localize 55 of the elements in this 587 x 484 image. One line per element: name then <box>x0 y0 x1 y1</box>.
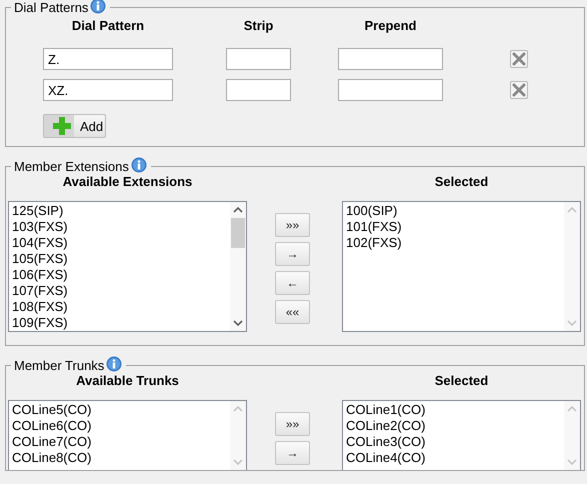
add-button[interactable]: Add <box>43 114 106 138</box>
prepend-field[interactable] <box>338 48 443 70</box>
column-header: Available Extensions <box>62 174 192 189</box>
info-icon[interactable] <box>130 156 147 172</box>
info-icon[interactable] <box>90 0 106 14</box>
list-item[interactable]: 107(FXS) <box>12 283 227 299</box>
column-header: Selected <box>434 373 488 388</box>
section-title: Dial Patterns <box>14 0 88 15</box>
list-item[interactable]: COLine7(CO) <box>12 434 227 450</box>
list-item[interactable]: 109(FXS) <box>12 315 227 331</box>
move-button[interactable]: ← <box>275 271 310 295</box>
list-item[interactable]: 106(FXS) <box>12 267 227 283</box>
close-icon <box>512 52 526 66</box>
delete-button[interactable] <box>510 50 528 68</box>
column-header: Selected <box>434 174 488 189</box>
list-box[interactable]: COLine5(CO) COLine6(CO) COLine7(CO) COLine8(CO) <box>8 400 247 470</box>
section-title: Member Trunks <box>14 358 104 373</box>
list-box[interactable]: COLine1(CO) COLine2(CO) COLine3(CO) COLine4(CO) <box>342 400 581 470</box>
list-item[interactable]: COLine8(CO) <box>12 450 227 466</box>
list-item[interactable]: 100(SIP) <box>346 203 561 219</box>
list-item[interactable]: COLine1(CO) <box>346 402 561 418</box>
column-header: Strip <box>244 18 274 33</box>
list-item[interactable]: COLine2(CO) <box>346 418 561 434</box>
move-button[interactable]: »» <box>275 412 310 436</box>
list-item[interactable]: 101(FXS) <box>346 219 561 235</box>
list-box[interactable]: 125(SIP) 103(FXS) 104(FXS) 105(FXS) 106(FXS) 107(FXS) 108(FXS) 109(FXS) <box>8 201 247 332</box>
move-button[interactable]: → <box>275 441 310 465</box>
list-item[interactable]: 103(FXS) <box>12 219 227 235</box>
move-button[interactable]: «« <box>275 300 310 324</box>
dial-pattern-field[interactable]: XZ. <box>43 79 173 101</box>
column-header: Prepend <box>364 18 416 33</box>
list-item[interactable]: 104(FXS) <box>12 235 227 251</box>
dial-pattern-field[interactable]: Z. <box>43 48 173 70</box>
list-item[interactable]: 125(SIP) <box>12 203 227 219</box>
list-item[interactable]: COLine4(CO) <box>346 450 561 466</box>
move-button[interactable]: → <box>275 242 310 266</box>
section-title: Member Extensions <box>14 159 129 174</box>
scroll-thumb[interactable] <box>231 218 245 248</box>
list-item[interactable]: COLine6(CO) <box>12 418 227 434</box>
close-icon <box>512 83 526 97</box>
list-item[interactable]: 108(FXS) <box>12 299 227 315</box>
list-item[interactable]: 105(FXS) <box>12 251 227 267</box>
list-item[interactable]: COLine3(CO) <box>346 434 561 450</box>
column-header: Dial Pattern <box>72 18 144 33</box>
plus-icon <box>53 117 71 135</box>
delete-button[interactable] <box>510 81 528 99</box>
list-item[interactable]: COLine5(CO) <box>12 402 227 418</box>
list-item[interactable]: 102(FXS) <box>346 235 561 251</box>
prepend-field[interactable] <box>338 79 443 101</box>
column-header: Available Trunks <box>76 373 179 388</box>
list-box[interactable]: 100(SIP) 101(FXS) 102(FXS) <box>342 201 581 332</box>
info-icon[interactable] <box>106 356 122 372</box>
strip-field[interactable] <box>226 79 291 101</box>
move-button[interactable]: »» <box>275 213 310 237</box>
strip-field[interactable] <box>226 48 291 70</box>
